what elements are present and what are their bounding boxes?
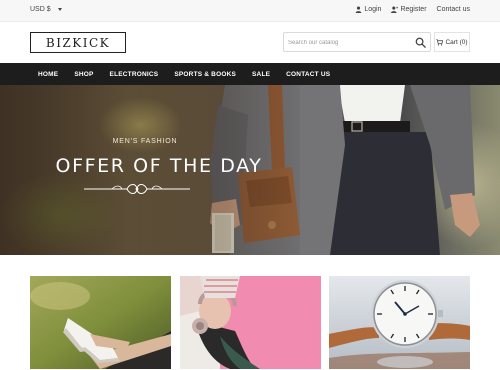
- search-icon[interactable]: [415, 37, 426, 48]
- cart-label: Cart (0): [445, 38, 468, 46]
- login-link[interactable]: Login: [355, 6, 381, 13]
- nav-item-sports-books[interactable]: SPORTS & BOOKS: [174, 71, 236, 78]
- product-banners: [0, 255, 500, 370]
- search-box: [283, 32, 431, 52]
- cart-button[interactable]: Cart (0): [434, 32, 470, 52]
- site-header: BIZKICK Cart (0): [0, 22, 500, 63]
- nav-item-contact-us[interactable]: CONTACT US: [286, 71, 330, 78]
- login-label: Login: [364, 6, 382, 13]
- nav-item-shop[interactable]: SHOP: [74, 71, 93, 78]
- nav-item-home[interactable]: HOME: [38, 71, 58, 78]
- cart-icon: [436, 38, 444, 46]
- nav-item-sale[interactable]: SALE: [252, 71, 270, 78]
- hero-banner[interactable]: MEN'S FASHION OFFER OF THE DAY: [0, 85, 500, 255]
- logo-text: BIZKICK: [45, 35, 111, 50]
- top-bar: USD $ Login Register Contact us: [0, 0, 500, 22]
- search-input[interactable]: [288, 36, 410, 49]
- headphones-image[interactable]: [180, 276, 321, 369]
- register-link[interactable]: Register: [391, 6, 427, 13]
- currency-selector[interactable]: USD $: [30, 6, 62, 13]
- top-links: Login Register Contact us: [355, 6, 470, 13]
- ornament-divider-icon: [84, 184, 190, 194]
- main-nav: HOME SHOP ELECTRONICS SPORTS & BOOKS SAL…: [0, 63, 500, 85]
- user-plus-icon: [391, 6, 399, 13]
- watch-image[interactable]: [329, 276, 470, 369]
- contact-us-label: Contact us: [436, 6, 470, 13]
- hero-title: OFFER OF THE DAY: [55, 155, 263, 177]
- hero-subtitle: MEN'S FASHION: [112, 138, 178, 145]
- user-icon: [356, 6, 362, 13]
- sneakers-image[interactable]: [30, 276, 171, 369]
- nav-item-electronics[interactable]: ELECTRONICS: [110, 71, 159, 78]
- register-label: Register: [400, 6, 427, 13]
- currency-label: USD $: [30, 6, 51, 13]
- contact-us-link[interactable]: Contact us: [437, 6, 470, 13]
- logo[interactable]: BIZKICK: [30, 32, 126, 53]
- chevron-down-icon: [57, 8, 62, 11]
